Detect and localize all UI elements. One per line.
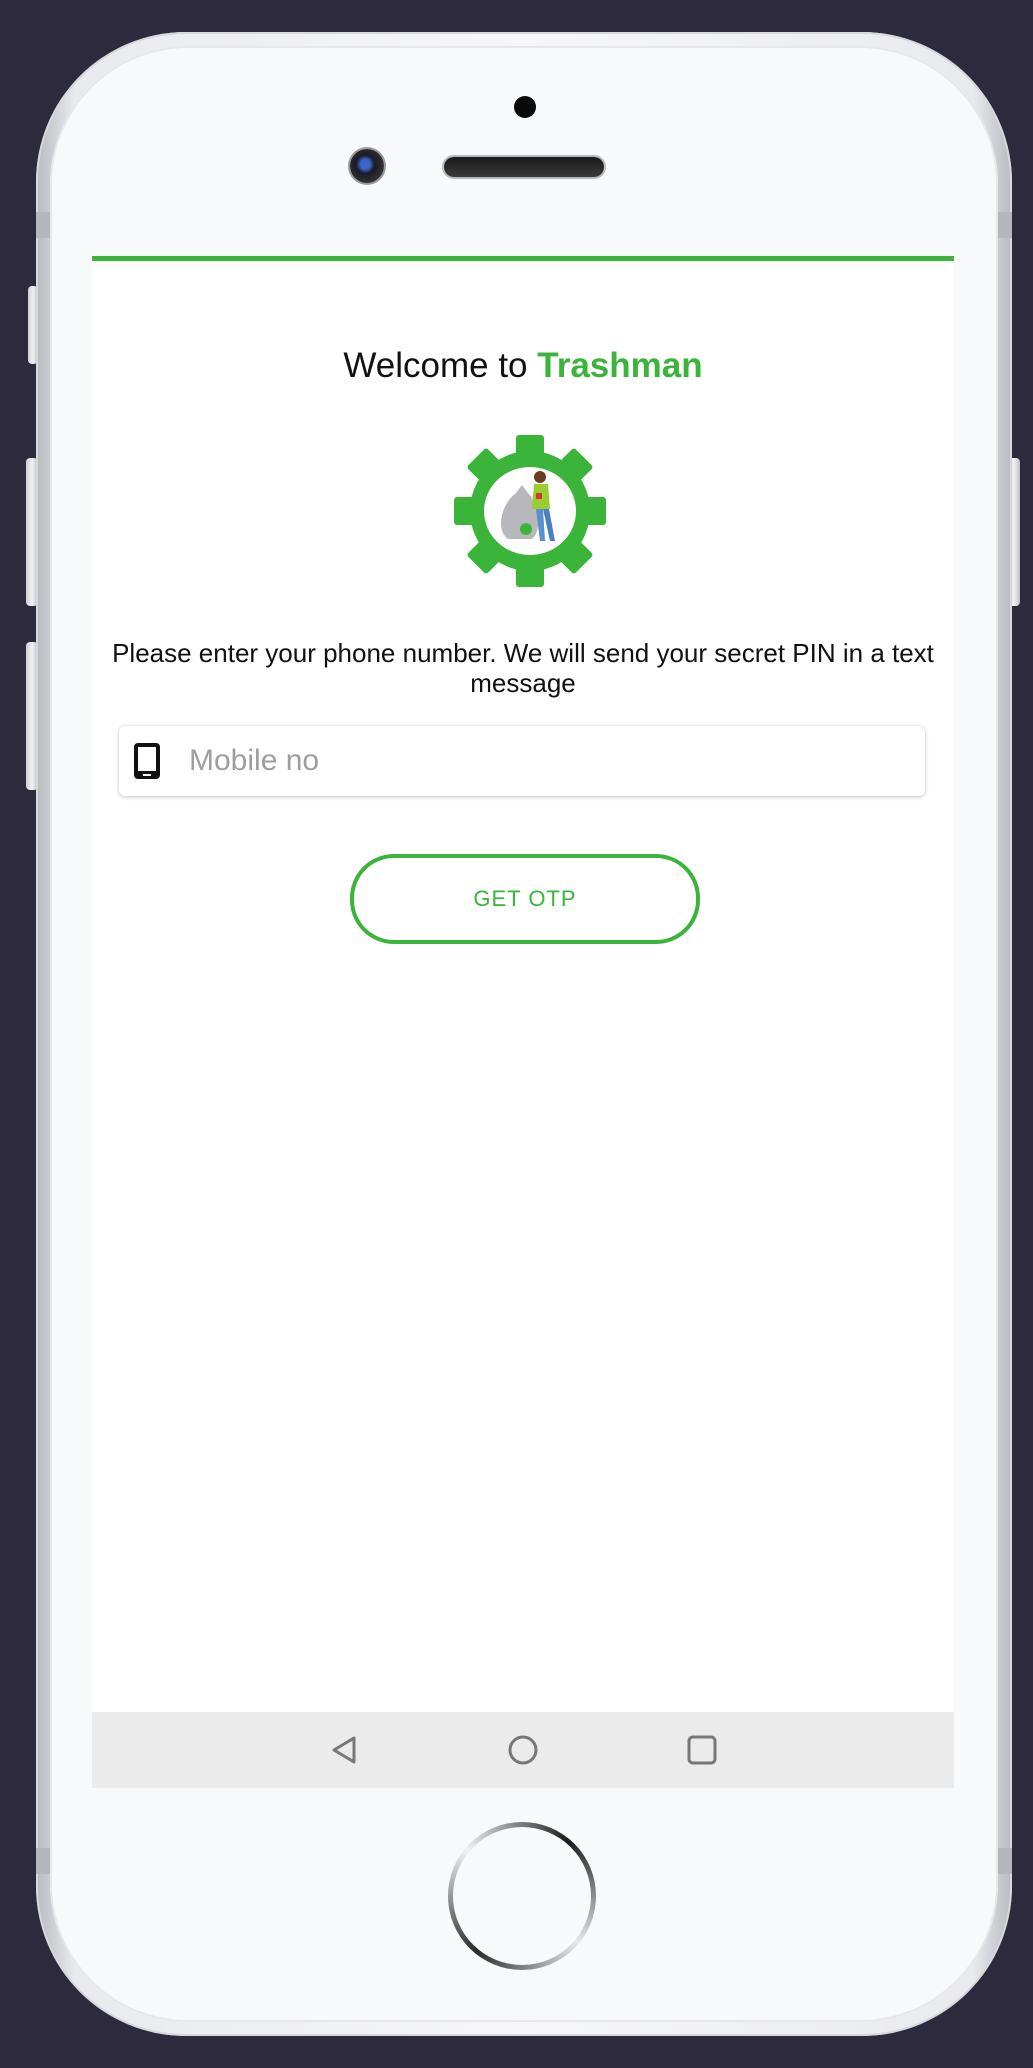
proximity-sensor (514, 96, 536, 118)
mobile-number-input[interactable] (189, 726, 909, 796)
antenna-band (998, 1848, 1012, 1874)
antenna-band (36, 1848, 50, 1874)
android-nav-bar (92, 1712, 954, 1788)
recents-square-icon[interactable] (686, 1734, 718, 1766)
mobile-number-field[interactable] (119, 726, 925, 796)
brand-name: Trashman (537, 346, 703, 385)
app-screen: Welcome to Trashman Please enter your ph… (92, 256, 954, 1788)
back-triangle-icon[interactable] (328, 1734, 360, 1766)
antenna-band (36, 212, 50, 238)
instruction-text: Please enter your phone number. We will … (112, 638, 934, 698)
mobile-phone-icon (134, 743, 160, 779)
device-stage: Welcome to Trashman Please enter your ph… (0, 0, 1033, 2068)
front-camera (350, 149, 384, 183)
welcome-prefix: Welcome to (343, 346, 538, 385)
physical-home-button[interactable] (448, 1822, 596, 1970)
welcome-heading: Welcome to Trashman (92, 346, 954, 386)
trashman-logo-icon (454, 435, 606, 587)
get-otp-button[interactable]: GET OTP (350, 854, 700, 944)
antenna-band (998, 212, 1012, 238)
top-accent-line (92, 256, 954, 261)
earpiece-speaker (444, 157, 604, 177)
home-circle-icon[interactable] (507, 1734, 539, 1766)
